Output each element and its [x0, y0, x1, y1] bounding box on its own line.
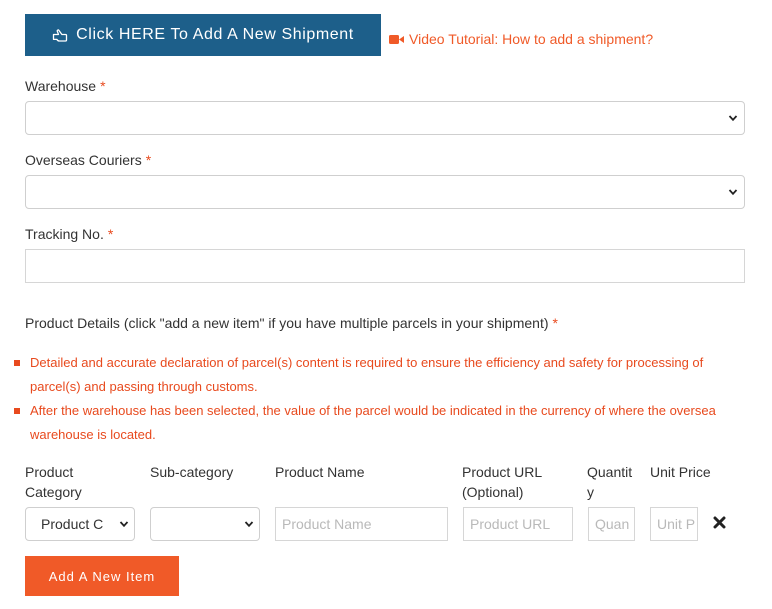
- warehouse-label-text: Warehouse: [25, 78, 97, 94]
- close-icon[interactable]: [713, 516, 726, 529]
- header-product-name: Product Name: [275, 464, 365, 480]
- chevron-down-icon: [244, 519, 254, 529]
- tracking-label: Tracking No. *: [25, 226, 113, 242]
- warehouse-label: Warehouse *: [25, 78, 106, 94]
- product-details-label: Product Details (click "add a new item" …: [25, 315, 558, 331]
- header-unit-price: Unit Price: [650, 464, 711, 480]
- header-product-category: Product Category: [25, 464, 82, 500]
- product-category-value: Product C: [41, 516, 104, 532]
- required-mark: *: [100, 78, 106, 94]
- video-tutorial-label: Video Tutorial: How to add a shipment?: [409, 31, 654, 47]
- add-new-item-button[interactable]: Add A New Item: [25, 556, 179, 596]
- header-product-url: Product URL (Optional): [462, 464, 542, 500]
- required-mark: *: [145, 152, 152, 168]
- product-name-placeholder: Product Name: [282, 516, 372, 532]
- video-tutorial-link[interactable]: Video Tutorial: How to add a shipment?: [389, 31, 653, 47]
- unit-price-input[interactable]: Unit P: [650, 507, 698, 541]
- required-mark: *: [107, 226, 114, 242]
- product-name-input[interactable]: Product Name: [275, 507, 448, 541]
- add-new-item-label: Add A New Item: [48, 568, 156, 584]
- overseas-couriers-label: Overseas Couriers *: [25, 152, 151, 168]
- tracking-input[interactable]: [25, 249, 745, 283]
- video-camera-icon: [389, 34, 404, 44]
- note-item: Detailed and accurate declaration of par…: [14, 351, 754, 399]
- sub-category-select[interactable]: [150, 507, 260, 541]
- bullet-square-icon: [14, 360, 20, 366]
- header-quantity: Quantity: [587, 464, 633, 500]
- header-sub-category: Sub-category: [150, 464, 234, 480]
- add-shipment-button[interactable]: Click HERE To Add A New Shipment: [25, 14, 381, 56]
- chevron-down-icon: [728, 115, 738, 122]
- note-text: Detailed and accurate declaration of par…: [30, 355, 704, 394]
- unit-price-placeholder: Unit P: [657, 516, 696, 532]
- declaration-notes: Detailed and accurate declaration of par…: [14, 351, 754, 447]
- chevron-down-icon: [728, 189, 738, 196]
- warehouse-select[interactable]: [25, 101, 745, 135]
- product-url-placeholder: Product URL: [470, 516, 551, 532]
- product-category-select[interactable]: Product C: [25, 507, 135, 541]
- overseas-couriers-label-text: Overseas Couriers: [25, 152, 142, 168]
- top-actions: Click HERE To Add A New Shipment Video T…: [25, 14, 653, 56]
- note-text: After the warehouse has been selected, t…: [30, 403, 716, 442]
- tracking-label-text: Tracking No.: [25, 226, 104, 242]
- bullet-square-icon: [14, 408, 20, 414]
- required-mark: *: [552, 315, 558, 331]
- overseas-couriers-select[interactable]: [25, 175, 745, 209]
- hand-pointer-icon: [52, 29, 68, 42]
- add-shipment-label: Click HERE To Add A New Shipment: [76, 26, 354, 43]
- product-url-input[interactable]: Product URL: [463, 507, 573, 541]
- quantity-input[interactable]: Quan: [588, 507, 635, 541]
- quantity-placeholder: Quan: [595, 516, 630, 532]
- note-item: After the warehouse has been selected, t…: [14, 399, 754, 447]
- chevron-down-icon: [119, 519, 129, 529]
- product-details-label-text: Product Details (click "add a new item" …: [25, 315, 549, 331]
